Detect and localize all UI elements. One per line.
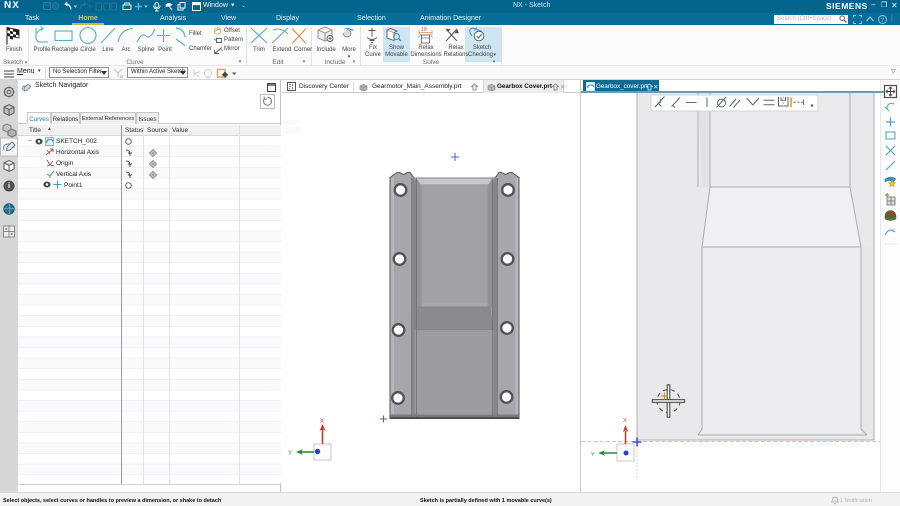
svg-text:X: X bbox=[320, 419, 324, 425]
svg-text:Y: Y bbox=[288, 451, 292, 457]
svg-text:X: X bbox=[623, 418, 627, 424]
svg-text:Y: Y bbox=[591, 452, 595, 458]
svg-text:10: 10 bbox=[421, 27, 427, 33]
